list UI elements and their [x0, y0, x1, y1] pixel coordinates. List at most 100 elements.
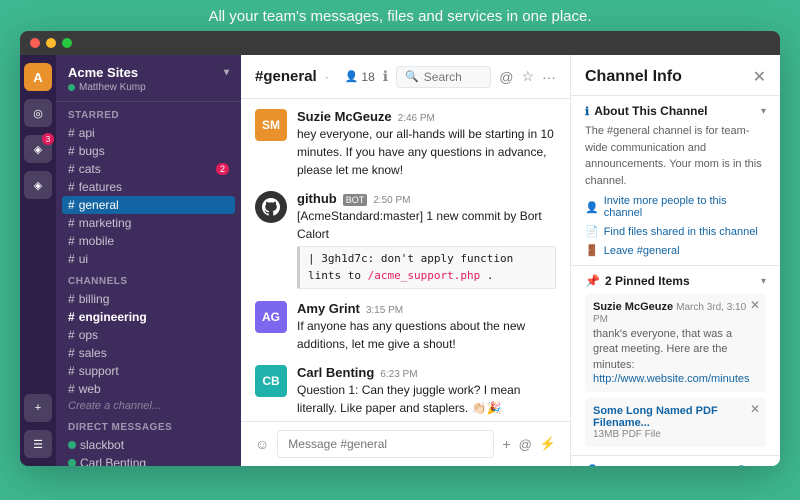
member-count: 👤 18 — [345, 70, 375, 84]
pinned-item-2: ✕ Some Long Named PDF Filename... 13MB P… — [585, 398, 766, 447]
find-files-link[interactable]: 📄 Find files shared in this channel — [585, 225, 766, 238]
hash-icon: # — [68, 310, 75, 324]
msg-time-3: 3:15 PM — [366, 305, 403, 316]
channels-section-label: CHANNELS — [56, 268, 241, 290]
members-add-count: 3 — [751, 465, 757, 466]
msg-content-3: Amy Grint 3:15 PM If anyone has any ques… — [297, 301, 556, 353]
workspace-label: Acme Sites — [68, 65, 138, 80]
sidebar-item-slackbot[interactable]: slackbot — [56, 436, 241, 454]
lightning-icon[interactable]: ⚡ — [540, 436, 556, 452]
info-icon[interactable]: ℹ — [383, 68, 388, 85]
sidebar-item-billing[interactable]: # billing — [56, 290, 241, 308]
pinned-close-1[interactable]: ✕ — [750, 298, 760, 312]
title-bar — [20, 31, 780, 55]
sidebar-item-support[interactable]: # support — [56, 362, 241, 380]
close-icon[interactable]: ✕ — [753, 67, 766, 87]
pinned-author-1: Suzie McGeuze — [593, 301, 676, 313]
cats-badge: 2 — [216, 163, 229, 175]
top-banner: All your team's messages, files and serv… — [0, 0, 800, 31]
sidebar-icon-4[interactable]: ◈ — [24, 171, 52, 199]
msg-text-3: If anyone has any questions about the ne… — [297, 317, 556, 353]
about-section: ℹ About This Channel ▾ The #general chan… — [571, 96, 780, 266]
star-icon[interactable]: ☆ — [521, 68, 534, 85]
sidebar-icon-add[interactable]: + — [24, 394, 52, 422]
create-channel-link[interactable]: Create a channel... — [56, 398, 241, 414]
chat-input[interactable] — [277, 430, 494, 458]
msg-time-2: 2:50 PM — [373, 195, 410, 206]
msg-time-4: 6:23 PM — [380, 369, 417, 380]
pinned-link-1[interactable]: http://www.website.com/minutes — [593, 373, 750, 385]
dot-green[interactable] — [62, 38, 72, 48]
members-add[interactable]: 👤 3 ▾ — [735, 465, 766, 466]
avatar: AG — [255, 301, 287, 333]
pinned-filename: Some Long Named PDF Filename... — [593, 405, 758, 429]
msg-text-1: hey everyone, our all-hands will be star… — [297, 125, 556, 179]
sidebar-item-general[interactable]: # general — [62, 196, 235, 214]
sidebar-item-marketing[interactable]: # marketing — [56, 214, 241, 232]
at-icon[interactable]: @ — [499, 69, 513, 85]
invite-link[interactable]: 👤 Invite more people to this channel — [585, 195, 766, 219]
pinned-title: 📌 2 Pinned Items — [585, 274, 690, 288]
more-icon[interactable]: ··· — [542, 69, 556, 85]
members-header: 👤 7/18 Members 👤 3 ▾ — [585, 464, 766, 466]
dot-yellow[interactable] — [46, 38, 56, 48]
message-3: AG Amy Grint 3:15 PM If anyone has any q… — [255, 301, 556, 353]
sidebar-icon-2[interactable]: ◎ — [24, 99, 52, 127]
starred-section-label: STARRED — [56, 102, 241, 124]
sidebar-item-bugs[interactable]: # bugs — [56, 142, 241, 160]
sidebar-icons: A ◎ ◈ 3 ◈ + ☰ — [20, 55, 56, 466]
door-icon: 🚪 — [585, 244, 599, 257]
channel-name: #general — [255, 68, 317, 85]
about-section-header[interactable]: ℹ About This Channel ▾ — [585, 104, 766, 118]
at-icon[interactable]: @ — [519, 437, 532, 452]
sidebar-badge-3: 3 — [42, 133, 54, 145]
sidebar-item-ui[interactable]: # ui — [56, 250, 241, 268]
pin-icon: 📌 — [585, 274, 600, 288]
dot-red[interactable] — [30, 38, 40, 48]
online-icon — [68, 441, 76, 449]
hash-icon: # — [68, 292, 75, 306]
pinned-text-1: thank's everyone, that was a great meeti… — [593, 327, 758, 373]
sidebar-item-web[interactable]: # web — [56, 380, 241, 398]
members-title: 👤 7/18 Members — [585, 464, 684, 466]
channel-info-panel: Channel Info ✕ ℹ About This Channel ▾ Th… — [570, 55, 780, 466]
sidebar-icon-search[interactable]: ☰ — [24, 430, 52, 458]
search-icon: 🔍 — [405, 70, 419, 83]
sidebar-item-carl[interactable]: Carl Benting — [56, 454, 241, 466]
msg-time-1: 2:46 PM — [398, 113, 435, 124]
leave-channel-link[interactable]: 🚪 Leave #general — [585, 244, 766, 257]
sidebar-item-api[interactable]: # api — [56, 124, 241, 142]
search-input[interactable] — [424, 70, 482, 84]
sidebar-item-ops[interactable]: # ops — [56, 326, 241, 344]
search-box[interactable]: 🔍 — [396, 66, 491, 88]
hash-icon: # — [68, 198, 75, 212]
hash-icon: # — [68, 216, 75, 230]
hash-icon: # — [68, 346, 75, 360]
workspace-name[interactable]: Acme Sites ▾ — [68, 65, 229, 80]
sidebar: Acme Sites ▾ Matthew Kump STARRED # api … — [56, 55, 241, 466]
hash-icon: # — [68, 328, 75, 342]
chevron-down-icon: ▾ — [760, 465, 766, 466]
hash-icon: # — [68, 382, 75, 396]
sidebar-item-mobile[interactable]: # mobile — [56, 232, 241, 250]
pinned-close-2[interactable]: ✕ — [750, 402, 760, 416]
hash-icon: # — [68, 126, 75, 140]
emoji-icon[interactable]: ☺ — [255, 436, 269, 452]
attach-icon[interactable]: + — [502, 436, 510, 452]
code-block: | 3gh1d7c: don't apply function lints to… — [297, 246, 556, 289]
hash-icon: # — [68, 144, 75, 158]
pinned-section-header[interactable]: 📌 2 Pinned Items ▾ — [585, 274, 766, 288]
sidebar-item-engineering[interactable]: # engineering — [56, 308, 241, 326]
hash-icon: # — [68, 234, 75, 248]
sidebar-item-cats[interactable]: # cats 2 — [56, 160, 241, 178]
sidebar-item-sales[interactable]: # sales — [56, 344, 241, 362]
pinned-filesize: 13MB PDF File — [593, 429, 758, 440]
sidebar-icon-acme[interactable]: A — [24, 63, 52, 91]
sidebar-item-features[interactable]: # features — [56, 178, 241, 196]
file-icon: 📄 — [585, 225, 599, 238]
people-icon: 👤 — [345, 70, 359, 83]
sidebar-icon-3[interactable]: ◈ 3 — [24, 135, 52, 163]
banner-text: All your team's messages, files and serv… — [208, 8, 591, 25]
members-icon: 👤 — [585, 464, 600, 466]
person-icon: 👤 — [585, 201, 599, 214]
